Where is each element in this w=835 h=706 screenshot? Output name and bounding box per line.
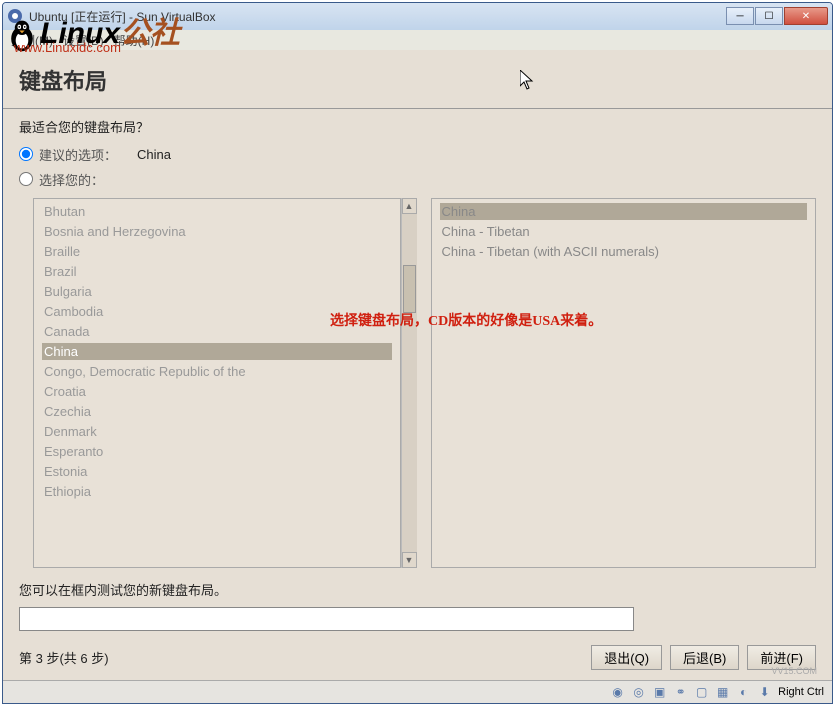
minimize-button[interactable]: ─ (726, 7, 754, 25)
menu-control[interactable]: 控制(M) (11, 32, 53, 48)
country-listbox[interactable]: Bhutan Bosnia and Herzegovina Braille Brazi… (33, 198, 401, 568)
page-title: 键盘布局 (3, 50, 832, 104)
maximize-button[interactable]: ☐ (755, 7, 783, 25)
list-item[interactable]: China (42, 343, 392, 360)
radio-suggested-value: China (137, 147, 171, 162)
list-item[interactable]: Canada (42, 323, 392, 340)
list-item[interactable]: Estonia (42, 463, 392, 480)
list-item[interactable]: China - Tibetan (440, 223, 808, 240)
variant-listbox[interactable]: China China - Tibetan China - Tibetan (wit… (431, 198, 817, 568)
scrollbar[interactable]: ▲ ▼ (401, 198, 417, 568)
list-item[interactable]: China (440, 203, 808, 220)
test-label: 您可以在框内测试您的新键盘布局。 (3, 572, 832, 603)
radio-choose[interactable] (19, 172, 33, 186)
forward-button[interactable]: 前进(F) (747, 645, 816, 670)
statusbar: ◉ ◎ ▣ ⚭ ▢ ▦ ◐ ⬇ Right Ctrl (3, 680, 832, 703)
list-item[interactable]: Czechia (42, 403, 392, 420)
scroll-thumb[interactable] (403, 265, 416, 313)
scroll-up-icon[interactable]: ▲ (402, 198, 417, 214)
list-item[interactable]: Bosnia and Herzegovina (42, 223, 392, 240)
quit-button[interactable]: 退出(Q) (591, 645, 662, 670)
shared-icon: ▦ (715, 684, 730, 699)
host-key-label: Right Ctrl (778, 686, 824, 698)
list-item[interactable]: Croatia (42, 383, 392, 400)
step-label: 第 3 步(共 6 步) (19, 648, 583, 667)
list-item[interactable]: Ethiopia (42, 483, 392, 500)
radio-suggested-label: 建议的选项： (39, 145, 117, 164)
menu-help[interactable]: 帮助(H) (114, 32, 155, 48)
mouse-icon: ◐ (736, 684, 751, 699)
list-item[interactable]: Congo, Democratic Republic of the (42, 363, 392, 380)
window-title: Ubuntu [正在运行] - Sun VirtualBox (29, 8, 725, 25)
test-input[interactable] (19, 607, 634, 631)
cd-icon: ◎ (631, 684, 646, 699)
app-icon (7, 8, 23, 24)
capture-icon: ⬇ (757, 684, 772, 699)
list-item[interactable]: China - Tibetan (with ASCII numerals) (440, 243, 808, 260)
folder-icon: ▣ (652, 684, 667, 699)
question-label: 最适合您的键盘布局？ (3, 109, 832, 142)
scroll-down-icon[interactable]: ▼ (402, 552, 417, 568)
list-item[interactable]: Bhutan (42, 203, 392, 220)
network-icon: ▢ (694, 684, 709, 699)
list-item[interactable]: Bulgaria (42, 283, 392, 300)
menu-settings[interactable]: 设置(D) (63, 32, 104, 48)
radio-choose-label: 选择您的： (39, 170, 104, 189)
list-item[interactable]: Denmark (42, 423, 392, 440)
list-item[interactable]: Brazil (42, 263, 392, 280)
usb-icon: ⚭ (673, 684, 688, 699)
list-item[interactable]: Esperanto (42, 443, 392, 460)
list-item[interactable]: Braille (42, 243, 392, 260)
menubar: 控制(M) 设置(D) 帮助(H) (3, 30, 832, 50)
list-item[interactable]: Cambodia (42, 303, 392, 320)
radio-suggested[interactable] (19, 147, 33, 161)
back-button[interactable]: 后退(B) (670, 645, 739, 670)
window-titlebar: Ubuntu [正在运行] - Sun VirtualBox ─ ☐ ✕ (3, 3, 832, 30)
disk-icon: ◉ (610, 684, 625, 699)
close-button[interactable]: ✕ (784, 7, 828, 25)
